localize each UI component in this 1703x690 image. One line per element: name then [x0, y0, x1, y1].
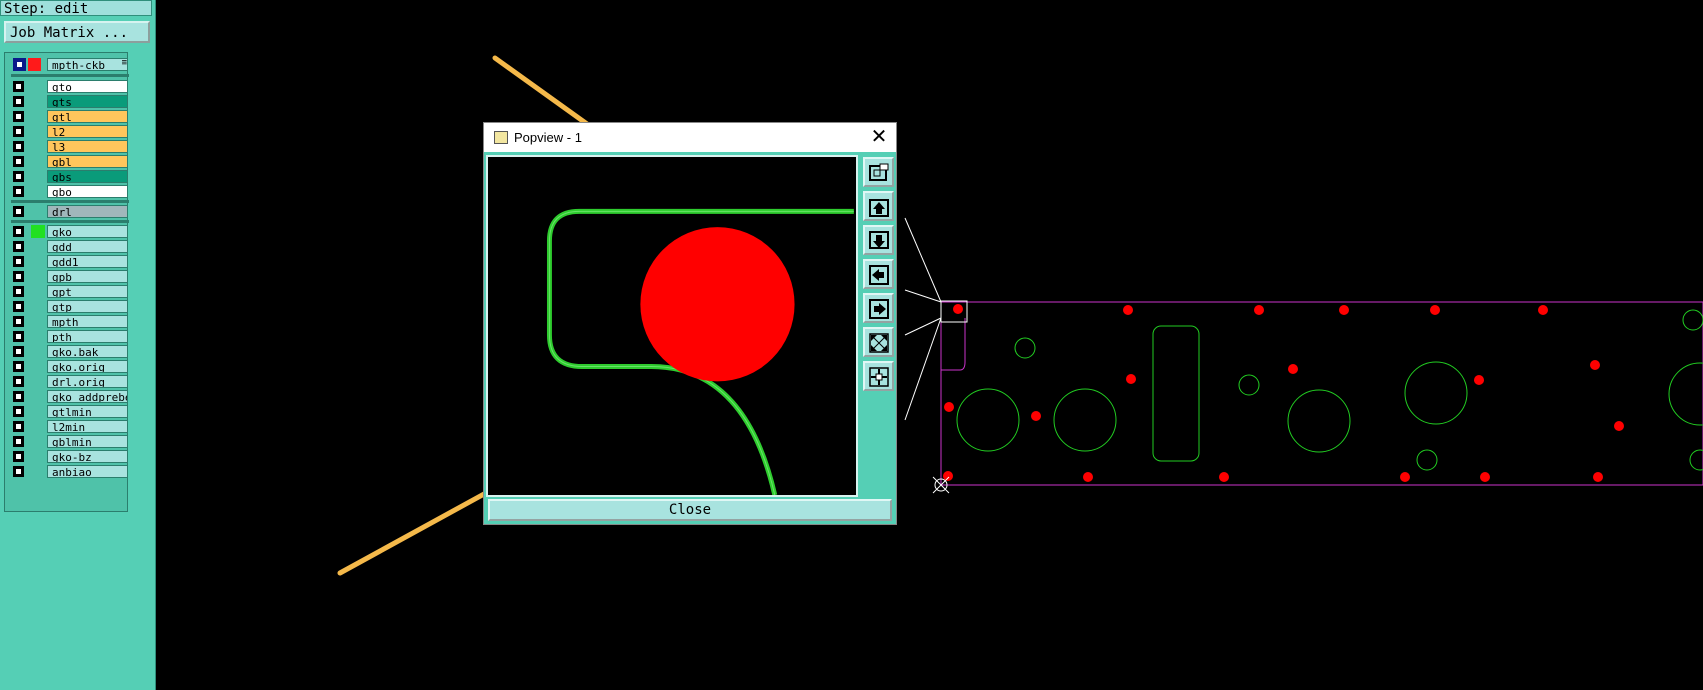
pan-up-icon[interactable]: [863, 191, 894, 221]
zoom-window-icon[interactable]: [863, 157, 894, 187]
board-profile: [940, 300, 1703, 486]
close-button[interactable]: Close: [488, 499, 892, 521]
popview-toolbar: [861, 155, 896, 497]
app-icon: [494, 131, 508, 144]
board-outline-features: [956, 309, 1703, 471]
popview-title: Popview - 1: [514, 130, 582, 145]
close-icon[interactable]: ✕: [869, 127, 889, 147]
datum-origin-icon: [932, 476, 950, 494]
popview-canvas[interactable]: [486, 155, 858, 497]
popview-window: Popview - 1 ✕ Close: [483, 122, 897, 525]
pan-down-icon[interactable]: [863, 225, 894, 255]
popview-titlebar[interactable]: Popview - 1 ✕: [484, 123, 896, 152]
pan-left-icon[interactable]: [863, 259, 894, 289]
zoom-fit-icon[interactable]: [863, 327, 894, 357]
pan-right-icon[interactable]: [863, 293, 894, 323]
center-icon[interactable]: [863, 361, 894, 391]
board-drill-pads: [943, 304, 1624, 482]
zoomed-drill-pad: [640, 227, 795, 382]
zoom-connector-lines: [904, 217, 942, 421]
